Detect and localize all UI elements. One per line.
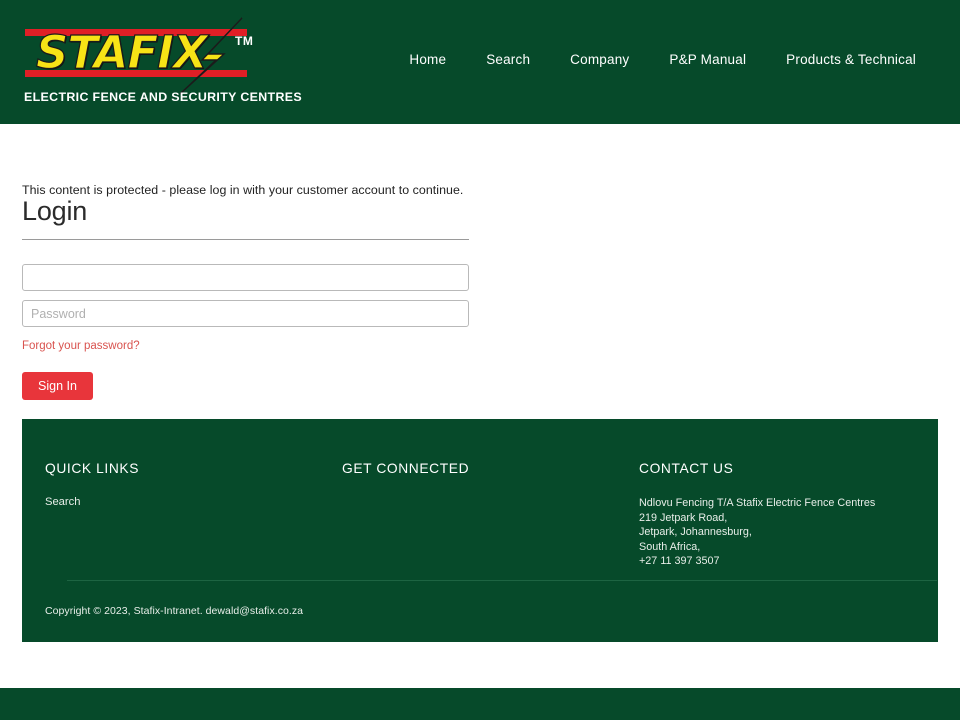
get-connected-heading: GET CONNECTED	[342, 461, 470, 476]
logo-trademark: TM	[235, 34, 254, 48]
logo-wordmark: STAFIX	[35, 25, 208, 79]
copyright-text: Copyright © 2023, Stafix-Intranet. dewal…	[45, 605, 304, 617]
footer-link-search[interactable]: Search	[45, 496, 342, 508]
site-footer: QUICK LINKS Search GET CONNECTED CONTACT…	[22, 419, 938, 642]
footer-column-contact-us: CONTACT US Ndlovu Fencing T/A Stafix Ele…	[639, 461, 915, 569]
contact-street: 219 Jetpark Road,	[639, 511, 728, 524]
logo-mark: STAFIX TM	[22, 17, 262, 95]
quick-links-heading: QUICK LINKS	[45, 461, 140, 476]
site-header: STAFIX TM ELECTRIC FENCE AND SECURITY CE…	[0, 0, 960, 124]
footer-divider	[67, 580, 937, 581]
site-logo[interactable]: STAFIX TM ELECTRIC FENCE AND SECURITY CE…	[22, 17, 302, 106]
footer-columns: QUICK LINKS Search GET CONNECTED CONTACT…	[45, 461, 915, 569]
nav-item-company[interactable]: Company	[550, 52, 649, 67]
main-content: This content is protected - please log i…	[0, 124, 960, 419]
nav-item-home[interactable]: Home	[389, 52, 466, 67]
login-form: Forgot your password? Sign In	[22, 264, 469, 400]
nav-item-search[interactable]: Search	[466, 52, 550, 67]
footer-column-quick-links: QUICK LINKS Search	[45, 461, 342, 569]
main-navigation: Home Search Company P&P Manual Products …	[389, 52, 936, 67]
contact-us-heading: CONTACT US	[639, 461, 734, 476]
nav-item-pp-manual[interactable]: P&P Manual	[649, 52, 766, 67]
footer-column-get-connected: GET CONNECTED	[342, 461, 639, 569]
protected-content-message: This content is protected - please log i…	[22, 183, 464, 198]
nav-item-products-technical[interactable]: Products & Technical	[766, 52, 936, 67]
logo-tagline: ELECTRIC FENCE AND SECURITY CENTRES	[24, 90, 302, 104]
contact-city: Jetpark, Johannesburg,	[639, 526, 752, 538]
title-divider	[22, 239, 469, 240]
page-title: Login	[22, 196, 88, 226]
forgot-password-link[interactable]: Forgot your password?	[22, 340, 140, 352]
password-input[interactable]	[22, 300, 469, 327]
contact-phone: +27 11 397 3507	[639, 555, 720, 567]
contact-company: Ndlovu Fencing T/A Stafix Electric Fence…	[639, 497, 876, 509]
username-input[interactable]	[22, 264, 469, 291]
contact-country: South Africa,	[639, 540, 701, 553]
bottom-strip	[0, 688, 960, 720]
sign-in-button[interactable]: Sign In	[22, 372, 93, 400]
